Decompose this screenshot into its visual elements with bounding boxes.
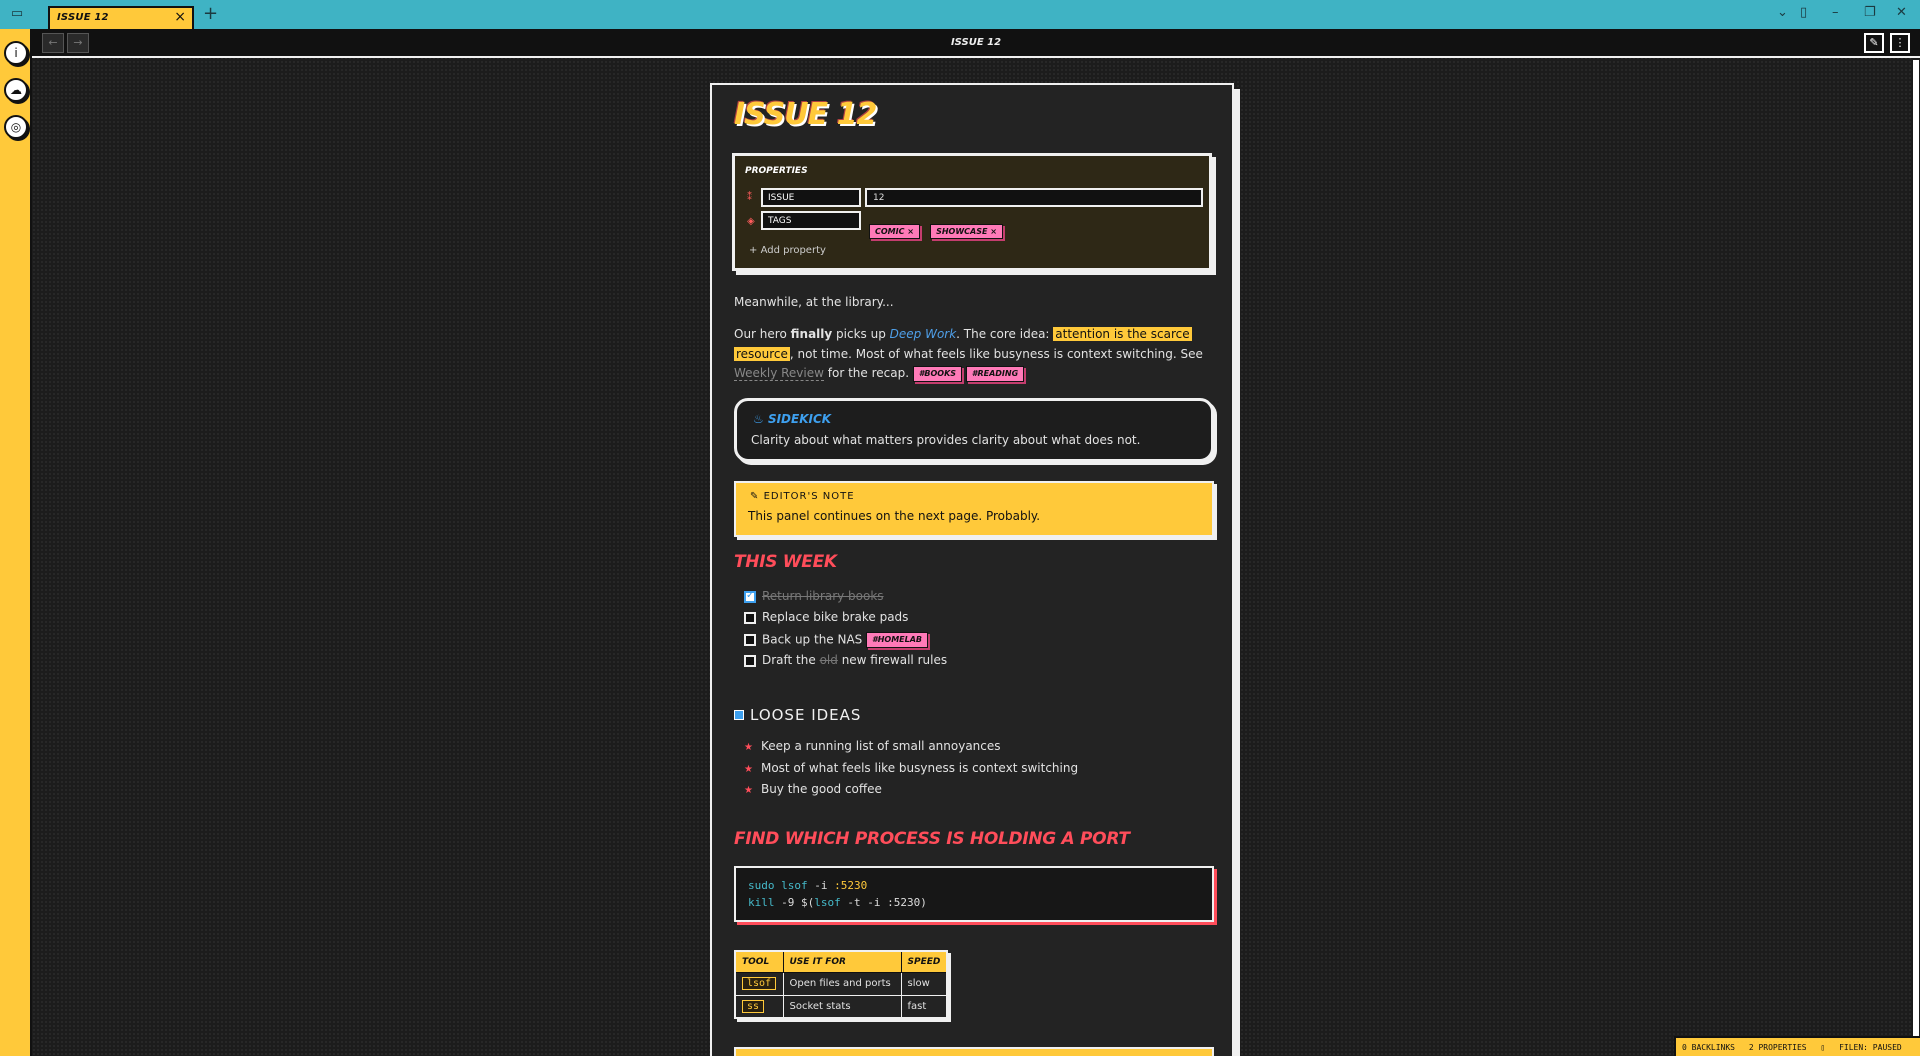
- tab-issue-12[interactable]: ISSUE 12 ×: [48, 6, 194, 29]
- highlight-text-cont: resource: [734, 346, 790, 361]
- tag-reading[interactable]: #READING: [965, 365, 1025, 382]
- tag-pill-comic[interactable]: COMIC ×: [869, 224, 920, 239]
- tag-pill-showcase[interactable]: SHOWCASE ×: [930, 224, 1003, 239]
- properties-count[interactable]: 2 PROPERTIES: [1749, 1043, 1807, 1052]
- sidekick-body: Clarity about what matters provides clar…: [751, 433, 1141, 447]
- list-item: ★ Buy the good coffee: [744, 782, 882, 796]
- sidekick-callout: ♨ SIDEKICK Clarity about what matters pr…: [734, 398, 1214, 462]
- tools-table: TOOL USE IT FOR SPEED lsof Open files an…: [734, 950, 949, 1019]
- table-cell: Open files and ports: [782, 971, 902, 996]
- more-options-icon[interactable]: ⋮: [1890, 33, 1910, 53]
- backlinks-count[interactable]: 0 BACKLINKS: [1682, 1043, 1735, 1052]
- property-value-issue[interactable]: 12: [865, 188, 1203, 207]
- property-key-tags[interactable]: TAGS: [761, 211, 861, 230]
- remove-tag-icon[interactable]: ×: [990, 227, 997, 236]
- heading-port-section: FIND WHICH PROCESS IS HOLDING A PORT: [734, 829, 1130, 849]
- task-text: Back up the NAS #HOMELAB: [762, 632, 928, 648]
- compass-icon[interactable]: ◎: [4, 115, 28, 139]
- remove-tag-icon[interactable]: ×: [907, 227, 914, 236]
- body-paragraph: Our hero finally picks up Deep Work. The…: [734, 327, 1203, 382]
- table-header: USE IT FOR: [782, 950, 902, 973]
- table-cell: fast: [900, 994, 948, 1019]
- wikilink-weekly-review[interactable]: Weekly Review: [734, 366, 824, 381]
- task-checkbox-checked[interactable]: [744, 590, 756, 603]
- star-bullet-icon: ★: [744, 785, 753, 796]
- table-header-row: TOOL USE IT FOR SPEED: [734, 950, 948, 973]
- tab-label: ISSUE 12: [57, 12, 109, 23]
- tab-list-chevron-icon[interactable]: ⌄: [1777, 5, 1788, 20]
- scrollbar-thumb[interactable]: [1913, 60, 1919, 1056]
- book-icon[interactable]: ▯: [1820, 1043, 1825, 1052]
- task-checkbox[interactable]: [744, 634, 756, 646]
- minimize-icon[interactable]: –: [1832, 5, 1839, 20]
- code-block[interactable]: sudo lsof -i :5230 kill -9 $(lsof -t -i …: [734, 866, 1214, 922]
- task-text: Replace bike brake pads: [762, 610, 909, 624]
- scrollbar[interactable]: [1912, 58, 1920, 1056]
- number-list-icon: ⁑: [747, 192, 752, 203]
- pencil-icon: ✎: [750, 491, 764, 502]
- bold-text: finally: [790, 327, 833, 341]
- status-bar: 0 BACKLINKS 2 PROPERTIES ▯ FILEN: PAUSED: [1674, 1036, 1920, 1056]
- highlight-text: attention is the scarce: [1053, 327, 1192, 341]
- table-cell: ss: [734, 994, 784, 1019]
- editors-note-callout: ✎ EDITOR'S NOTE This panel continues on …: [734, 481, 1214, 537]
- property-key-issue[interactable]: ISSUE: [761, 188, 861, 207]
- star-bullet-icon: ★: [744, 742, 753, 753]
- flame-icon: ♨: [753, 412, 768, 426]
- tag-homelab[interactable]: #HOMELAB: [866, 632, 928, 648]
- table-cell: slow: [900, 971, 948, 996]
- table-cell: Socket stats: [782, 994, 902, 1019]
- right-sidebar-toggle-icon[interactable]: ▯: [1800, 5, 1807, 20]
- task-text: Draft the old new firewall rules: [762, 653, 948, 667]
- new-tab-button[interactable]: +: [203, 3, 218, 24]
- sync-status[interactable]: FILEN: PAUSED: [1839, 1043, 1902, 1052]
- editors-note-title: ✎ EDITOR'S NOTE: [750, 491, 855, 502]
- task-text: Return library books: [762, 589, 884, 603]
- tag-icon: ◈: [747, 216, 755, 227]
- table-header: TOOL: [734, 950, 784, 973]
- editors-note-body: This panel continues on the next page. P…: [748, 509, 1041, 523]
- note-page: ISSUE 12 PROPERTIES ⁑ ISSUE 12 ◈ TAGS CO…: [710, 83, 1234, 1056]
- left-ribbon: i ☁ ◎: [0, 29, 32, 1056]
- sidebar-toggle-icon[interactable]: ▭: [9, 6, 25, 22]
- properties-heading: PROPERTIES: [745, 166, 808, 176]
- edit-mode-icon[interactable]: ✎: [1864, 33, 1884, 53]
- table-header: SPEED: [900, 950, 948, 973]
- restore-icon[interactable]: ❐: [1864, 5, 1876, 20]
- table-cell: lsof: [734, 971, 784, 996]
- task-checkbox[interactable]: [744, 655, 756, 667]
- add-property-button[interactable]: + Add property: [749, 245, 826, 256]
- cloud-icon[interactable]: ☁: [4, 78, 28, 102]
- close-tab-icon[interactable]: ×: [174, 9, 186, 25]
- view-title[interactable]: ISSUE 12: [32, 37, 1920, 48]
- sidekick-title: ♨ SIDEKICK: [753, 412, 832, 426]
- task-checkbox[interactable]: [744, 612, 756, 624]
- star-bullet-icon: ★: [744, 764, 753, 775]
- heading-loose-ideas: LOOSE IDEAS: [734, 706, 861, 724]
- heading-this-week: THIS WEEK: [734, 552, 837, 572]
- help-icon[interactable]: i: [4, 41, 28, 65]
- list-item: ★ Keep a running list of small annoyances: [744, 739, 1001, 753]
- code-line: kill -9 $(lsof -t -i :5230): [748, 896, 927, 909]
- close-window-icon[interactable]: ✕: [1896, 5, 1907, 20]
- view-header: ← → ISSUE 12 ✎ ⋮: [32, 29, 1920, 58]
- intro-paragraph: Meanwhile, at the library...: [734, 295, 894, 309]
- code-line: sudo lsof -i :5230: [748, 879, 868, 892]
- plus-icon: +: [749, 245, 761, 256]
- property-value-tags[interactable]: COMIC × SHOWCASE ×: [869, 219, 1008, 239]
- next-callout-partial: [734, 1047, 1214, 1056]
- strikethrough-text: old: [819, 653, 838, 667]
- square-bullet-icon: [734, 710, 744, 720]
- properties-panel: PROPERTIES ⁑ ISSUE 12 ◈ TAGS COMIC × SHO…: [732, 153, 1212, 271]
- note-title[interactable]: ISSUE 12: [734, 97, 877, 132]
- tag-books[interactable]: #BOOKS: [912, 365, 963, 382]
- list-item: ★ Most of what feels like busyness is con…: [744, 761, 1079, 775]
- window-titlebar: ▭ ISSUE 12 × + ⌄ ▯ – ❐ ✕: [0, 0, 1920, 29]
- external-link-deep-work[interactable]: Deep Work: [890, 327, 957, 341]
- table-row: ss Socket stats fast: [734, 994, 948, 1019]
- table-row: lsof Open files and ports slow: [734, 971, 948, 996]
